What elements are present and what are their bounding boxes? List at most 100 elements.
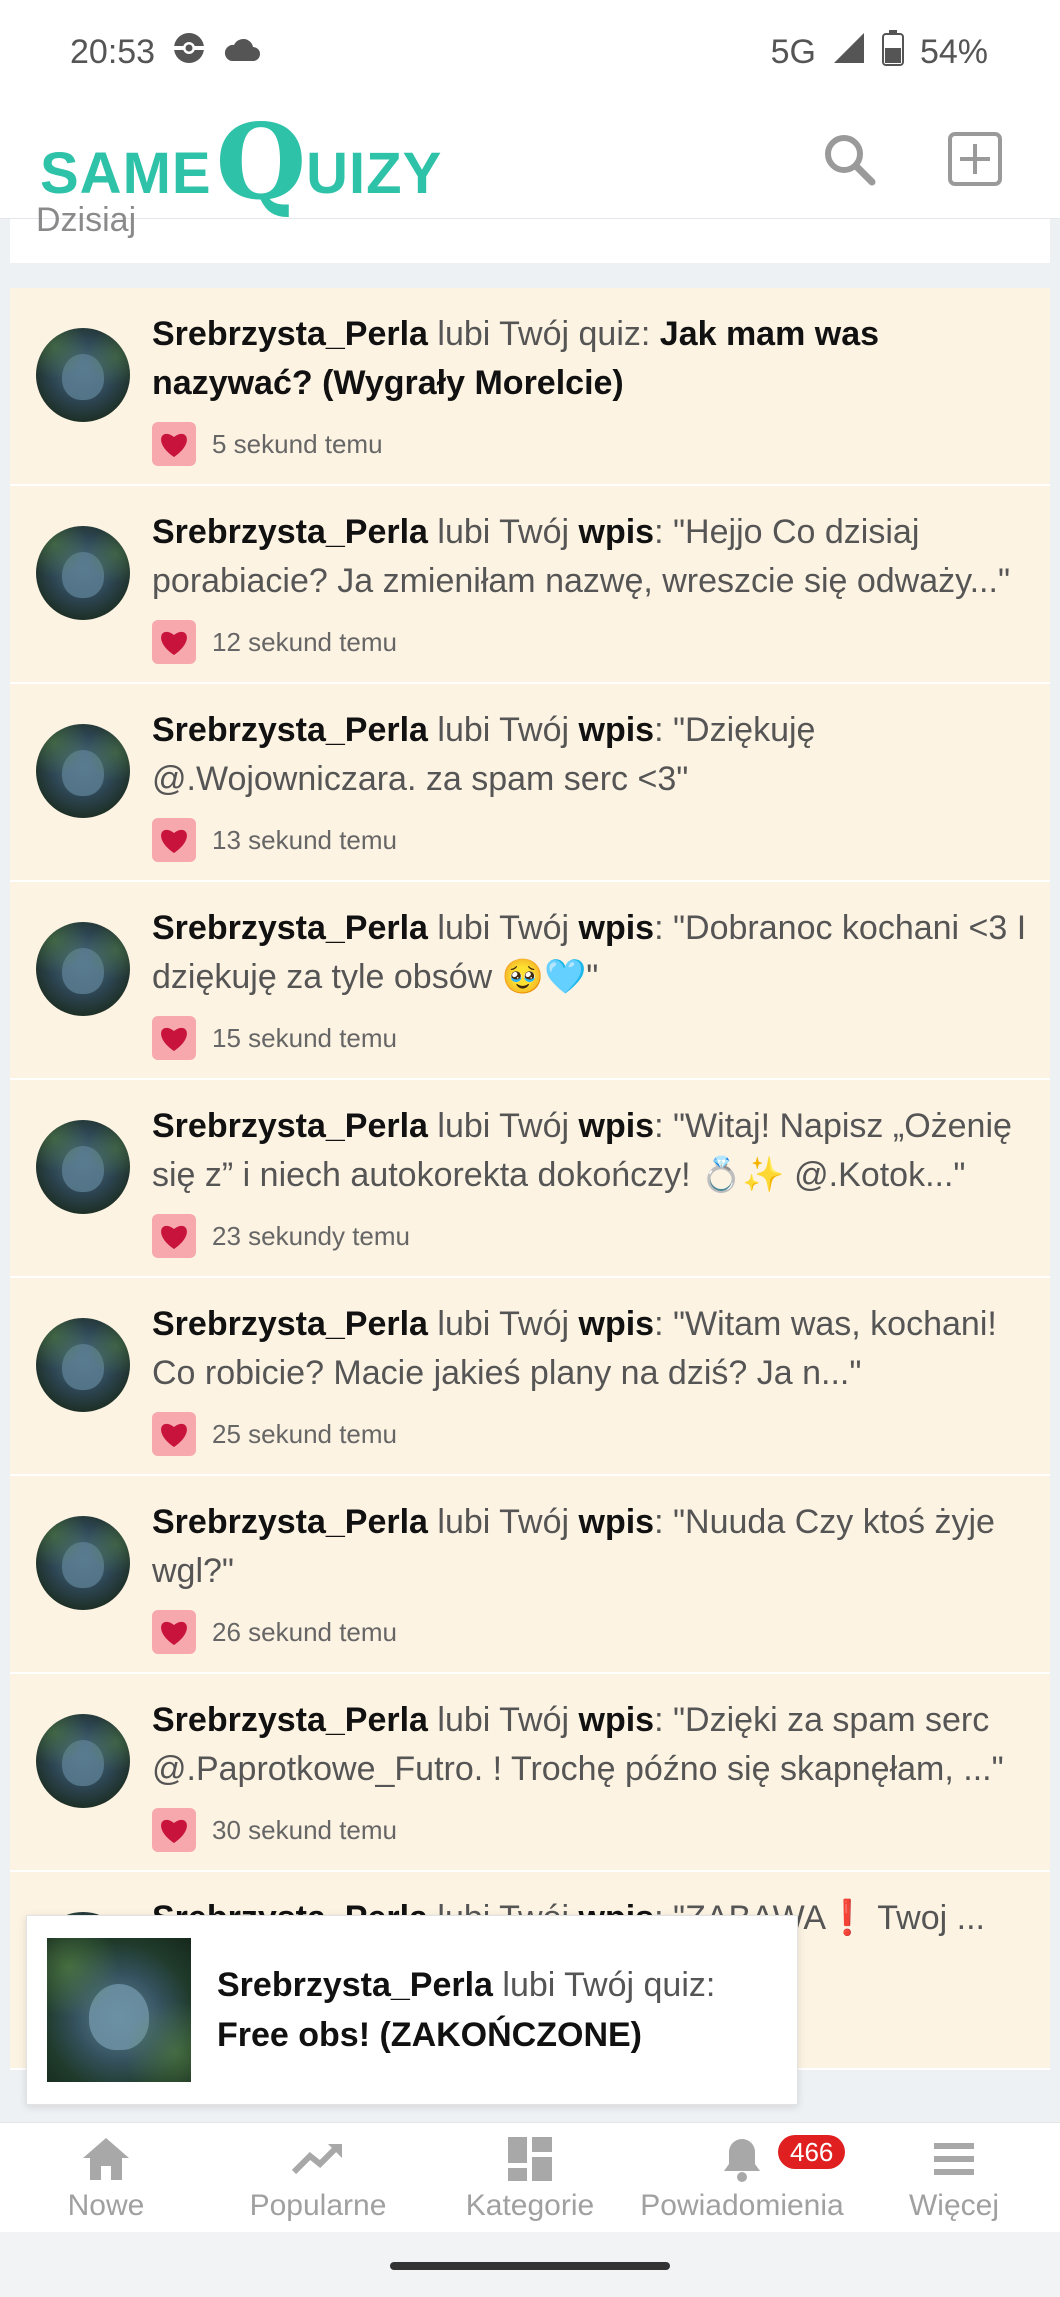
home-icon — [80, 2133, 132, 2185]
notification-time: 26 sekund temu — [212, 1616, 398, 1647]
search-icon — [822, 132, 876, 191]
avatar[interactable] — [36, 1120, 130, 1214]
quiz-thumbnail — [47, 1938, 191, 2082]
logo-q: Q — [215, 99, 307, 223]
heart-icon — [152, 1412, 196, 1456]
notification-user[interactable]: Srebrzysta_Perla — [152, 909, 428, 947]
heart-icon — [152, 1610, 196, 1654]
avatar[interactable] — [36, 526, 130, 620]
notification-type: wpis — [578, 1701, 655, 1739]
notification-item[interactable]: Srebrzysta_Perla lubi Twój wpis: "Dzięki… — [10, 1674, 1050, 1872]
notification-item[interactable]: Srebrzysta_Perla lubi Twój wpis: "Dzięku… — [10, 684, 1050, 882]
toast-user[interactable]: Srebrzysta_Perla — [217, 1966, 493, 2004]
notification-meta: 25 sekund temu — [152, 1412, 1030, 1456]
nav-item-popularne[interactable]: Popularne — [212, 2123, 424, 2232]
notification-text: Srebrzysta_Perla lubi Twój quiz: Jak mam… — [152, 310, 1030, 408]
notification-type: wpis — [578, 1107, 655, 1145]
notification-verb: lubi Twój — [427, 1701, 579, 1739]
add-button[interactable] — [946, 131, 1004, 192]
notification-body: Srebrzysta_Perla lubi Twój wpis: "Dzięku… — [152, 706, 1030, 862]
notification-user[interactable]: Srebrzysta_Perla — [152, 513, 428, 551]
notification-user[interactable]: Srebrzysta_Perla — [152, 1107, 428, 1145]
heart-icon — [152, 1214, 196, 1258]
system-gesture-area — [0, 2232, 1060, 2297]
notification-verb: lubi Twój — [427, 513, 579, 551]
notification-item[interactable]: Srebrzysta_Perla lubi Twój wpis: "Hejjo … — [10, 486, 1050, 684]
notification-time: 15 sekund temu — [212, 1022, 398, 1053]
notification-user[interactable]: Srebrzysta_Perla — [152, 711, 428, 749]
heart-icon — [152, 818, 196, 862]
status-right: 5G 54% — [771, 30, 988, 75]
notification-meta: 30 sekund temu — [152, 1808, 1030, 1852]
samequizy-logo[interactable]: SAME Q UIZY — [40, 99, 443, 223]
heart-icon — [152, 1016, 196, 1060]
notification-type: wpis — [578, 711, 655, 749]
avatar[interactable] — [36, 1318, 130, 1412]
add-icon — [947, 131, 1003, 192]
notification-item[interactable]: Srebrzysta_Perla lubi Twój wpis: "Dobran… — [10, 882, 1050, 1080]
notification-body: Srebrzysta_Perla lubi Twój wpis: "Witam … — [152, 1300, 1030, 1456]
nav-label: Popularne — [249, 2188, 387, 2222]
logo-same: SAME — [40, 141, 212, 207]
avatar[interactable] — [36, 328, 130, 422]
notification-item[interactable]: Srebrzysta_Perla lubi Twój wpis: "Witaj!… — [10, 1080, 1050, 1278]
notification-time: 30 sekund temu — [212, 1814, 398, 1845]
notification-text: Srebrzysta_Perla lubi Twój wpis: "Witam … — [152, 1300, 1030, 1398]
avatar[interactable] — [36, 1714, 130, 1808]
notification-verb: lubi Twój — [427, 1503, 579, 1541]
battery-icon — [881, 30, 904, 75]
notification-user[interactable]: Srebrzysta_Perla — [152, 1503, 428, 1541]
notification-text: Srebrzysta_Perla lubi Twój wpis: "Nuuda … — [152, 1498, 1030, 1596]
status-time: 20:53 — [70, 33, 156, 71]
nav-label: Powiadomienia — [640, 2188, 844, 2222]
logo-uizy: UIZY — [306, 141, 443, 207]
notification-meta: 23 sekundy temu — [152, 1214, 1030, 1258]
notification-user[interactable]: Srebrzysta_Perla — [152, 1305, 428, 1343]
notification-meta: 12 sekund temu — [152, 620, 1030, 664]
notification-text: Srebrzysta_Perla lubi Twój wpis: "Dzięku… — [152, 706, 1030, 804]
notification-toast[interactable]: Srebrzysta_Perla lubi Twój quiz: Free ob… — [26, 1915, 798, 2105]
notification-text: Srebrzysta_Perla lubi Twój wpis: "Witaj!… — [152, 1102, 1030, 1200]
notification-body: Srebrzysta_Perla lubi Twój wpis: "Nuuda … — [152, 1498, 1030, 1654]
home-indicator[interactable] — [390, 2262, 670, 2270]
categories-icon — [504, 2133, 556, 2185]
cloud-icon — [223, 33, 261, 72]
avatar[interactable] — [36, 1516, 130, 1610]
nav-item-kategorie[interactable]: Kategorie — [424, 2123, 636, 2232]
notification-verb: lubi Twój — [427, 711, 579, 749]
nav-item-nowe[interactable]: Nowe — [0, 2123, 212, 2232]
nav-label: Więcej — [908, 2188, 999, 2222]
notification-time: 23 sekundy temu — [212, 1220, 411, 1251]
date-section-card: Dzisiaj — [10, 201, 1050, 263]
toast-quiz-title[interactable]: Free obs! (ZAKOŃCZONE) — [217, 2016, 642, 2054]
notification-type: wpis — [578, 1503, 655, 1541]
notification-item[interactable]: Srebrzysta_Perla lubi Twój wpis: "Nuuda … — [10, 1476, 1050, 1674]
toast-text: Srebrzysta_Perla lubi Twój quiz: Free ob… — [217, 1960, 715, 2060]
notification-user[interactable]: Srebrzysta_Perla — [152, 315, 428, 353]
search-button[interactable] — [820, 133, 878, 191]
notification-item[interactable]: Srebrzysta_Perla lubi Twój wpis: "Witam … — [10, 1278, 1050, 1476]
heart-icon — [152, 620, 196, 664]
toast-verb: lubi Twój quiz: — [492, 1966, 716, 2004]
notification-time: 12 sekund temu — [212, 626, 398, 657]
signal-icon — [832, 31, 866, 74]
notification-time: 5 sekund temu — [212, 428, 383, 459]
avatar[interactable] — [36, 724, 130, 818]
nav-item-wiecej[interactable]: Więcej — [848, 2123, 1060, 2232]
notification-body: Srebrzysta_Perla lubi Twój wpis: "Hejjo … — [152, 508, 1030, 664]
notification-text: Srebrzysta_Perla lubi Twój wpis: "Dobran… — [152, 904, 1030, 1002]
notification-meta: 15 sekund temu — [152, 1016, 1030, 1060]
status-bar: 20:53 5G 54% — [0, 0, 1060, 105]
app-header: SAME Q UIZY — [0, 105, 1060, 219]
trending-icon — [292, 2133, 344, 2185]
nav-item-powiadomienia[interactable]: 466 Powiadomienia — [636, 2123, 848, 2232]
bell-icon — [716, 2133, 768, 2185]
header-actions — [820, 131, 1004, 192]
notification-time: 25 sekund temu — [212, 1418, 398, 1449]
avatar[interactable] — [36, 922, 130, 1016]
notification-user[interactable]: Srebrzysta_Perla — [152, 1701, 428, 1739]
notification-body: Srebrzysta_Perla lubi Twój wpis: "Witaj!… — [152, 1102, 1030, 1258]
notification-time: 13 sekund temu — [212, 824, 398, 855]
notification-verb: lubi Twój quiz: — [427, 315, 660, 353]
notification-item[interactable]: Srebrzysta_Perla lubi Twój quiz: Jak mam… — [10, 288, 1050, 486]
